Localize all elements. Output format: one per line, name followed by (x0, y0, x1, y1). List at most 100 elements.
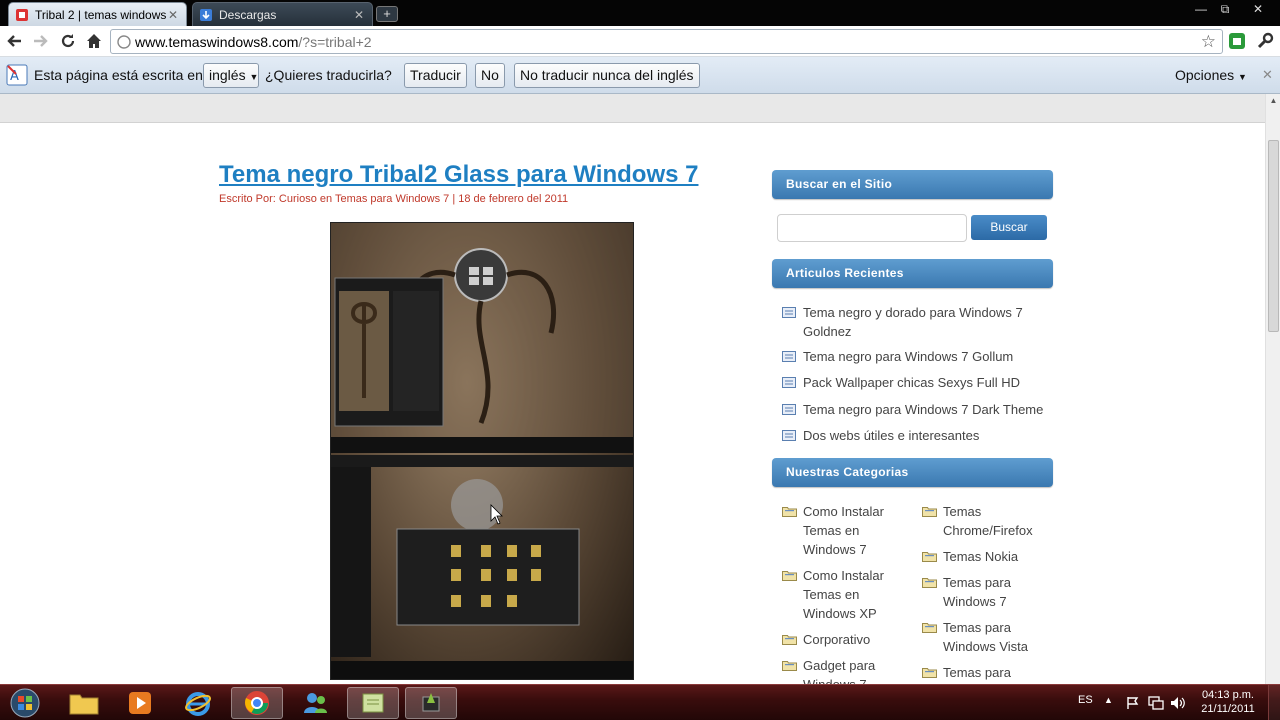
theme-preview-image[interactable] (330, 222, 634, 680)
reload-icon (61, 34, 75, 48)
no-translate-button[interactable]: No (475, 63, 505, 88)
sticky-notes-icon (362, 693, 384, 713)
recent-post-link[interactable]: Pack Wallpaper chicas Sexys Full HD (782, 373, 1062, 392)
scroll-up-icon[interactable]: ▲ (1268, 96, 1279, 106)
taskbar-pen-app[interactable] (405, 687, 457, 719)
recent-post-title: Pack Wallpaper chicas Sexys Full HD (803, 375, 1020, 390)
category-label: Temas para Windows Vista (943, 620, 1029, 654)
tab-strip: Tribal 2 | temas windows ... ✕ Descargas… (0, 0, 1280, 26)
scroll-thumb[interactable] (1268, 140, 1279, 332)
site-header-band (0, 94, 1265, 123)
translate-prefix: Esta página está escrita en (34, 67, 203, 83)
recent-post-title: Tema negro y dorado para Windows 7 Goldn… (803, 305, 1023, 339)
category-label: Temas para Windows 7 (943, 575, 1011, 609)
taskbar-sticky-notes[interactable] (347, 687, 399, 719)
folder-icon (782, 661, 797, 671)
tab-descargas[interactable]: Descargas ✕ (192, 2, 373, 26)
tray-language[interactable]: ES (1078, 694, 1093, 706)
media-player-icon (129, 692, 151, 714)
never-translate-button[interactable]: No traducir nunca del inglés (514, 63, 700, 88)
category-link[interactable]: Temas para Windows Vista (922, 618, 1047, 656)
settings-wrench-button[interactable] (1253, 29, 1277, 53)
document-icon (782, 377, 796, 388)
taskbar-clock[interactable]: 04:13 p.m. 21/11/2011 (1190, 688, 1266, 716)
taskbar-messenger[interactable] (290, 687, 342, 719)
folder-icon (922, 552, 937, 562)
recent-post-link[interactable]: Dos webs útiles e interesantes (782, 426, 1062, 445)
category-link[interactable]: Temas Nokia (922, 547, 1047, 566)
chevron-down-icon: ▼ (249, 72, 259, 82)
category-link[interactable]: Corporativo (782, 630, 907, 649)
browser-toolbar: www.temaswindows8.com/?s=tribal+2 ☆ (0, 26, 1280, 57)
start-button[interactable] (0, 687, 50, 719)
category-label: Temas Nokia (943, 549, 1019, 564)
translate-button[interactable]: Traducir (404, 63, 467, 88)
search-input[interactable] (777, 214, 967, 242)
category-link[interactable]: Como Instalar Temas en Windows 7 (782, 502, 907, 559)
search-button[interactable]: Buscar (971, 215, 1047, 240)
forward-button[interactable] (28, 29, 52, 53)
reload-button[interactable] (56, 29, 80, 53)
category-link[interactable]: Temas para (922, 663, 1047, 682)
recent-post-link[interactable]: Tema negro para Windows 7 Dark Theme (782, 400, 1062, 419)
language-label: inglés (209, 67, 246, 83)
folder-icon (922, 668, 937, 678)
category-label: Temas Chrome/Firefox (943, 504, 1033, 538)
bookmark-star-icon[interactable]: ☆ (1201, 33, 1216, 50)
options-label: Opciones (1175, 67, 1235, 83)
recent-post-link[interactable]: Tema negro y dorado para Windows 7 Goldn… (782, 303, 1052, 341)
url-path: /?s=tribal+2 (298, 33, 372, 50)
pen-tablet-icon (422, 693, 440, 712)
page-scrollbar[interactable]: ▲ (1265, 94, 1280, 684)
home-button[interactable] (82, 29, 106, 53)
download-icon (200, 8, 212, 21)
search-widget-header: Buscar en el Sitio (772, 170, 1053, 199)
address-bar[interactable]: www.temaswindows8.com/?s=tribal+2 ☆ (110, 29, 1223, 54)
url-host: www.temaswindows8.com (135, 33, 299, 50)
extension-button[interactable] (1225, 29, 1249, 53)
folder-icon (922, 623, 937, 633)
document-icon (782, 430, 796, 441)
action-center-flag-icon[interactable] (1126, 696, 1140, 710)
taskbar-chrome[interactable] (231, 687, 283, 719)
clock-date: 21/11/2011 (1201, 703, 1255, 715)
category-link[interactable]: Temas Chrome/Firefox (922, 502, 1047, 540)
close-window-button[interactable]: ✕ (1242, 0, 1274, 20)
site-favicon-icon (16, 8, 28, 21)
new-tab-button[interactable]: + (376, 6, 398, 22)
options-menu[interactable]: Opciones ▼ (1175, 67, 1247, 83)
tray-expand-icon[interactable]: ▲ (1104, 695, 1113, 705)
restore-button[interactable]: ⧉ (1210, 0, 1240, 20)
folder-icon (922, 578, 937, 588)
back-button[interactable] (3, 29, 27, 53)
recent-post-link[interactable]: Tema negro para Windows 7 Gollum (782, 347, 1062, 366)
category-label: Corporativo (803, 632, 871, 647)
network-icon[interactable] (1148, 696, 1164, 710)
folder-icon (782, 635, 797, 645)
language-select[interactable]: inglés ▼ (203, 63, 259, 88)
forward-arrow-icon (34, 35, 48, 47)
taskbar-internet-explorer[interactable] (172, 687, 224, 719)
post-title-link[interactable]: Tema negro Tribal2 Glass para Windows 7 (219, 161, 698, 189)
theme-preview-artwork (331, 223, 633, 679)
tab-tribal-2[interactable]: Tribal 2 | temas windows ... ✕ (8, 2, 187, 26)
taskbar-media-player[interactable] (114, 687, 166, 719)
category-link[interactable]: Temas para Windows 7 (922, 573, 1047, 611)
home-icon (87, 34, 101, 48)
categories-header: Nuestras Categorias (772, 458, 1053, 487)
document-icon (782, 307, 796, 318)
taskbar-explorer[interactable] (58, 687, 110, 719)
document-icon (782, 404, 796, 415)
tab-close-icon[interactable]: ✕ (352, 8, 366, 22)
category-link[interactable]: Como Instalar Temas en Windows XP (782, 566, 907, 623)
recent-post-title: Tema negro para Windows 7 Gollum (803, 349, 1014, 364)
internet-explorer-icon (185, 692, 211, 716)
tab-close-icon[interactable]: ✕ (166, 8, 180, 22)
category-label: Temas para (943, 665, 1011, 680)
volume-icon[interactable] (1170, 696, 1186, 710)
translate-icon: A (6, 64, 28, 86)
folder-icon (782, 507, 797, 517)
wrench-icon (1257, 32, 1274, 49)
show-desktop-button[interactable] (1268, 685, 1280, 720)
close-infobar-icon[interactable]: ✕ (1262, 67, 1273, 83)
